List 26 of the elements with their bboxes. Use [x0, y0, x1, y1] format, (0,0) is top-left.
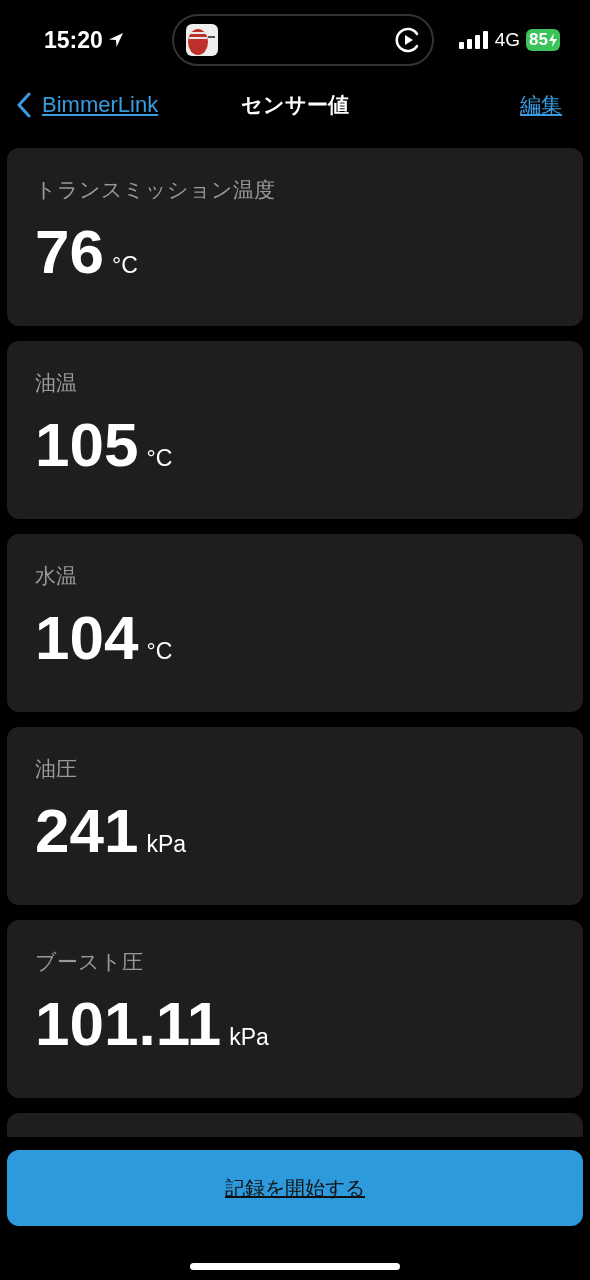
- screen-title: センサー値: [241, 92, 349, 118]
- sensor-label: 油温: [35, 370, 77, 396]
- sensor-value: 76: [35, 218, 104, 287]
- sensor-value: 241: [35, 797, 139, 866]
- record-button[interactable]: 記録を開始する: [7, 1150, 583, 1226]
- signal-icon: [458, 31, 489, 49]
- sensor-value: 101.11: [35, 990, 222, 1059]
- sensor-value: 104: [35, 604, 139, 673]
- location-arrow-icon: [106, 31, 125, 49]
- sensor-label: 油圧: [35, 756, 77, 782]
- status-time: 15:20: [44, 26, 103, 54]
- sensor-unit: kPa: [229, 1024, 269, 1051]
- sensor-label: トランスミッション温度: [35, 177, 275, 203]
- back-link[interactable]: BimmerLink: [16, 92, 159, 118]
- sensor-label: ブースト圧: [35, 949, 143, 975]
- sensor-unit: kPa: [146, 831, 187, 858]
- network-label: 4G: [494, 29, 521, 51]
- back-chevron-icon: [16, 92, 32, 118]
- sensor-unit: °C: [111, 252, 138, 279]
- battery-indicator: 85: [526, 29, 560, 51]
- sensor-unit: °C: [146, 445, 173, 472]
- dynamic-island[interactable]: [172, 14, 435, 66]
- sensor-unit: °C: [146, 638, 173, 665]
- sensor-label: 水温: [35, 563, 77, 589]
- sensor-value: 105: [35, 411, 139, 480]
- edit-link[interactable]: 編集: [520, 91, 562, 119]
